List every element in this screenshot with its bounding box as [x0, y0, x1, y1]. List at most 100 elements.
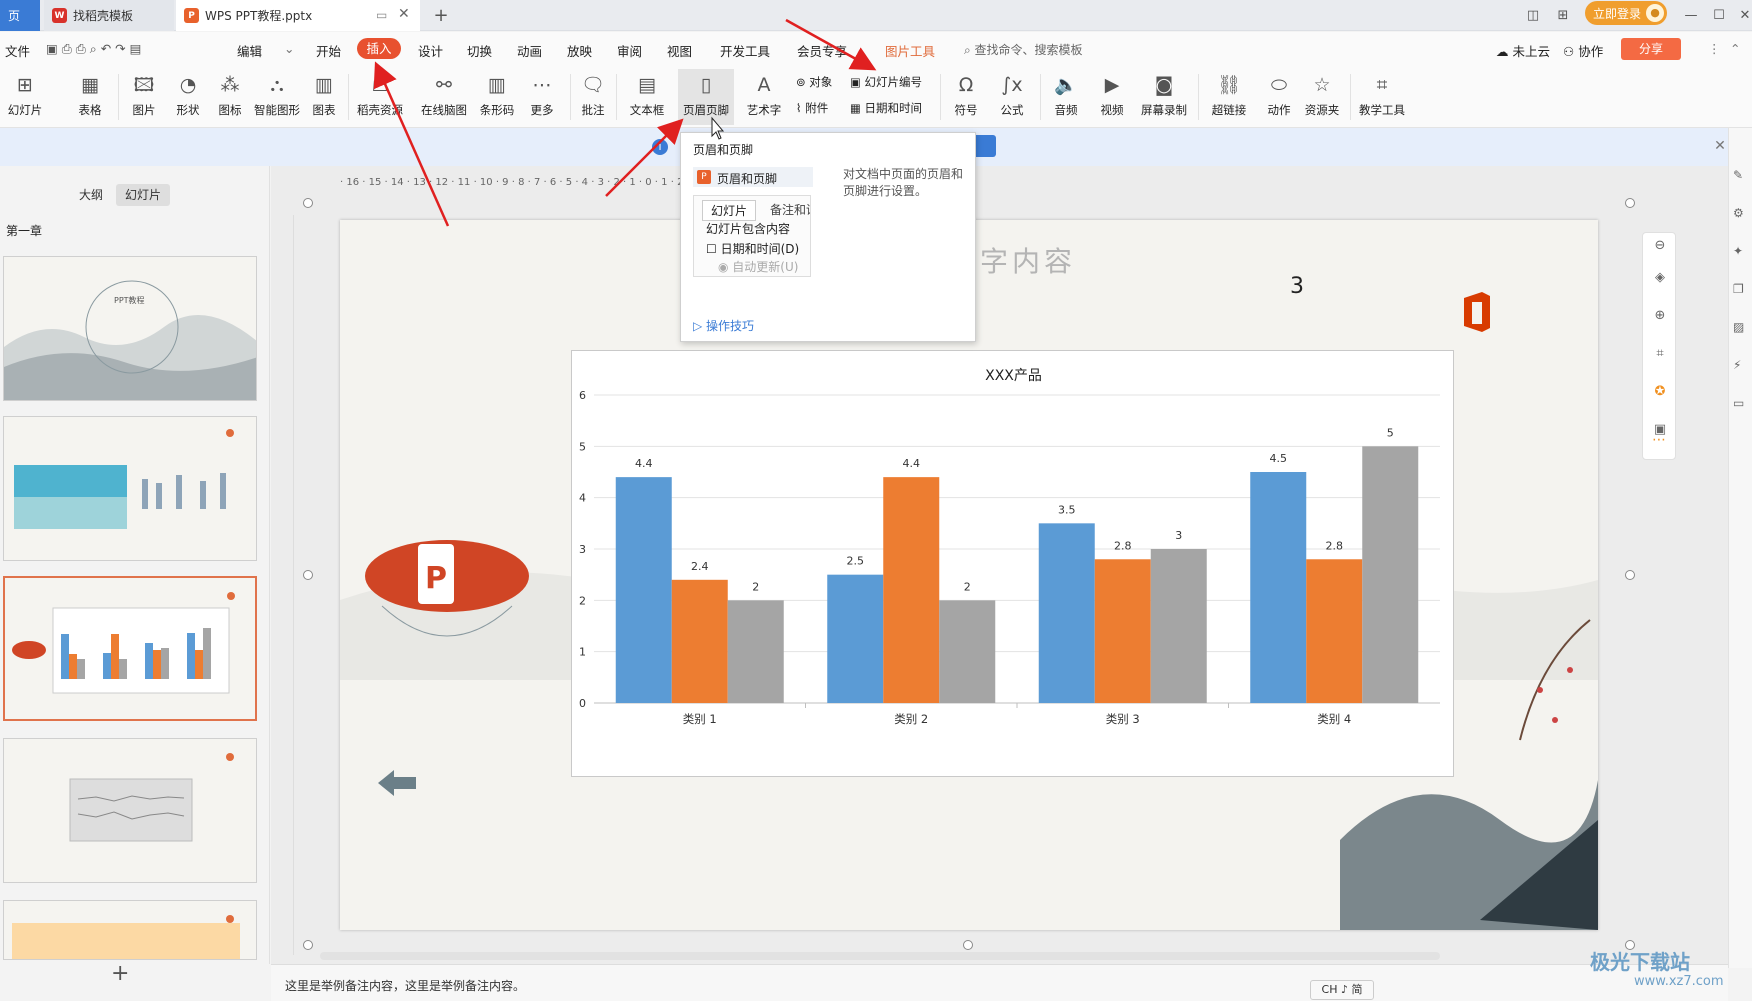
resize-handle[interactable] [303, 940, 313, 950]
menu-slideshow[interactable]: 放映 [567, 41, 592, 60]
bar[interactable] [1038, 523, 1095, 703]
zoom-out-icon[interactable]: ⊖ [1651, 237, 1669, 255]
resource-folder-button[interactable]: ☆ 资源夹 [1300, 72, 1344, 118]
formula-button[interactable]: ∫x 公式 [992, 72, 1032, 118]
bar[interactable] [883, 477, 940, 703]
date-time-button[interactable]: ▦ 日期和时间 [850, 100, 922, 116]
comment-button[interactable]: 🗨 批注 [578, 72, 608, 118]
search-box[interactable]: ⌕ 查找命令、搜索模板 [964, 41, 1083, 58]
bar[interactable] [1306, 559, 1363, 703]
more-tools-icon[interactable]: ⋯ [1648, 432, 1670, 452]
more-button[interactable]: ⋯ 更多 [524, 72, 560, 118]
object-button[interactable]: ⊚ 对象 [796, 74, 832, 90]
minimize-icon[interactable]: — [1680, 4, 1702, 26]
tab-home[interactable]: 页 [0, 0, 40, 31]
resize-handle[interactable] [963, 940, 973, 950]
image-icon[interactable]: ▨ [1733, 320, 1744, 334]
bar[interactable] [1094, 559, 1151, 703]
bar[interactable] [1362, 446, 1419, 703]
ime-indicator[interactable]: CH ♪ 简 [1310, 980, 1374, 1000]
pin-tool-icon[interactable]: ✎ [1733, 168, 1743, 182]
docer-resource-button[interactable]: ☖ 稻壳资源 [354, 72, 406, 118]
mindmap-button[interactable]: ⚯ 在线脑图 [418, 72, 470, 118]
menu-edit[interactable]: 编辑 [237, 41, 262, 60]
bar[interactable] [615, 477, 672, 703]
tab-outline[interactable]: 大纲 [70, 184, 112, 206]
menu-developer[interactable]: 开发工具 [720, 41, 770, 60]
smart-graphic-button[interactable]: ⛬ 智能图形 [252, 72, 302, 118]
action-button[interactable]: ⬭ 动作 [1262, 72, 1296, 118]
close-info-icon[interactable]: ✕ [1710, 138, 1730, 158]
more-menu-icon[interactable]: ⋮ [1708, 41, 1721, 56]
new-tab-icon[interactable]: + [430, 4, 452, 26]
attachment-button[interactable]: ⌇ 附件 [796, 100, 828, 116]
lightning-icon[interactable]: ⚡ [1733, 358, 1741, 372]
horizontal-scrollbar[interactable] [320, 952, 1440, 960]
slide-thumbnail-2[interactable] [3, 416, 257, 561]
menu-transition[interactable]: 切换 [467, 41, 492, 60]
hyperlink-button[interactable]: ⛓ 超链接 [1206, 72, 1252, 118]
slide-number[interactable]: 3 [1290, 274, 1304, 299]
slide-thumbnail-3-selected[interactable] [3, 576, 257, 721]
menu-picture-tools[interactable]: 图片工具 [885, 41, 935, 60]
header-footer-button[interactable]: ▯ 页眉页脚 [678, 69, 734, 125]
zoom-in-icon[interactable]: ⊕ [1651, 307, 1669, 325]
menu-file[interactable]: 文件 [5, 41, 30, 60]
close-tab-icon[interactable]: ✕ [398, 6, 410, 22]
back-arrow-icon[interactable] [376, 768, 420, 798]
tab-document[interactable]: P WPS PPT教程.pptx ▭ ✕ [176, 0, 420, 31]
tab-templates[interactable]: W 找稻壳模板 [44, 0, 174, 31]
menu-view[interactable]: 视图 [667, 41, 692, 60]
layout-icon[interactable]: ◫ [1522, 4, 1544, 26]
collapse-ribbon-icon[interactable]: ⌃ [1730, 41, 1740, 56]
bar[interactable] [1150, 549, 1207, 703]
bar[interactable] [1250, 472, 1307, 703]
settings-slider-icon[interactable]: ⚙ [1733, 206, 1744, 220]
add-slide-icon[interactable]: + [111, 961, 129, 986]
slide-thumbnail-1[interactable]: PPT教程 [3, 256, 257, 401]
share-button[interactable]: 分享 [1621, 38, 1681, 60]
bar-chart[interactable]: XXX产品 0 1 2 3 4 5 6 4.4 2.4 2 类别 1 2.5 4.4 2 类别 2 3.5 2.… [571, 350, 1454, 777]
quick-access-icons[interactable]: ▣ ⎙ ⎙ ⌕ ↶ ↷ ▤ [46, 41, 141, 57]
resize-handle[interactable] [303, 198, 313, 208]
animation-icon[interactable]: ✦ [1733, 244, 1743, 258]
tips-link[interactable]: ▷ 操作技巧 [693, 317, 754, 334]
slide-number-button[interactable]: ▣ 幻灯片编号 [850, 74, 922, 90]
bar[interactable] [727, 600, 784, 703]
slide-thumbnail-5[interactable] [3, 900, 257, 960]
grid-apps-icon[interactable]: ⊞ [1552, 4, 1574, 26]
icon-button[interactable]: ⁂ 图标 [214, 72, 246, 118]
bar[interactable] [939, 600, 996, 703]
collab-button[interactable]: ⚇ 协作 [1563, 41, 1603, 60]
menu-animation[interactable]: 动画 [517, 41, 542, 60]
menu-home[interactable]: 开始 [316, 41, 341, 60]
lightbulb-icon[interactable]: ✪ [1651, 383, 1669, 401]
bar[interactable] [827, 574, 884, 703]
tab-slides[interactable]: 幻灯片 [116, 184, 171, 206]
barcode-button[interactable]: ▥ 条形码 [476, 72, 518, 118]
wordart-button[interactable]: A 艺术字 [740, 72, 788, 118]
pin-icon[interactable]: ▭ [376, 8, 387, 22]
teaching-tools-button[interactable]: ⌗ 教学工具 [1356, 72, 1408, 118]
video-button[interactable]: ▶ 视频 [1092, 72, 1132, 118]
audio-button[interactable]: 🔈 音频 [1046, 72, 1086, 118]
resize-handle[interactable] [1625, 570, 1635, 580]
resize-handle[interactable] [1625, 198, 1635, 208]
menu-review[interactable]: 审阅 [617, 41, 642, 60]
menu-member[interactable]: 会员专享 [797, 41, 847, 60]
screen-record-button[interactable]: ◙ 屏幕录制 [1138, 72, 1190, 118]
slide-thumbnail-4[interactable] [3, 738, 257, 883]
section-heading[interactable]: 第一章 [6, 222, 42, 239]
chevron-down-icon[interactable]: ⌄ [284, 41, 294, 56]
new-slide-button[interactable]: ⊞ 幻灯片 [0, 72, 50, 118]
shape-button[interactable]: ◔ 形状 [170, 72, 206, 118]
menu-insert[interactable]: 插入 [357, 38, 401, 59]
copy-icon[interactable]: ❐ [1733, 282, 1744, 296]
textbox-button[interactable]: ▤ 文本框 [624, 72, 670, 118]
picture-button[interactable]: 🖾 图片 [126, 72, 162, 118]
table-button[interactable]: ▦ 表格 [70, 72, 110, 118]
chart-button[interactable]: ▥ 图表 [308, 72, 340, 118]
bar[interactable] [671, 579, 728, 703]
maximize-icon[interactable]: ☐ [1708, 4, 1730, 26]
notes-pane[interactable]: 这里是举例备注内容，这里是举例备注内容。 [271, 964, 1728, 1001]
